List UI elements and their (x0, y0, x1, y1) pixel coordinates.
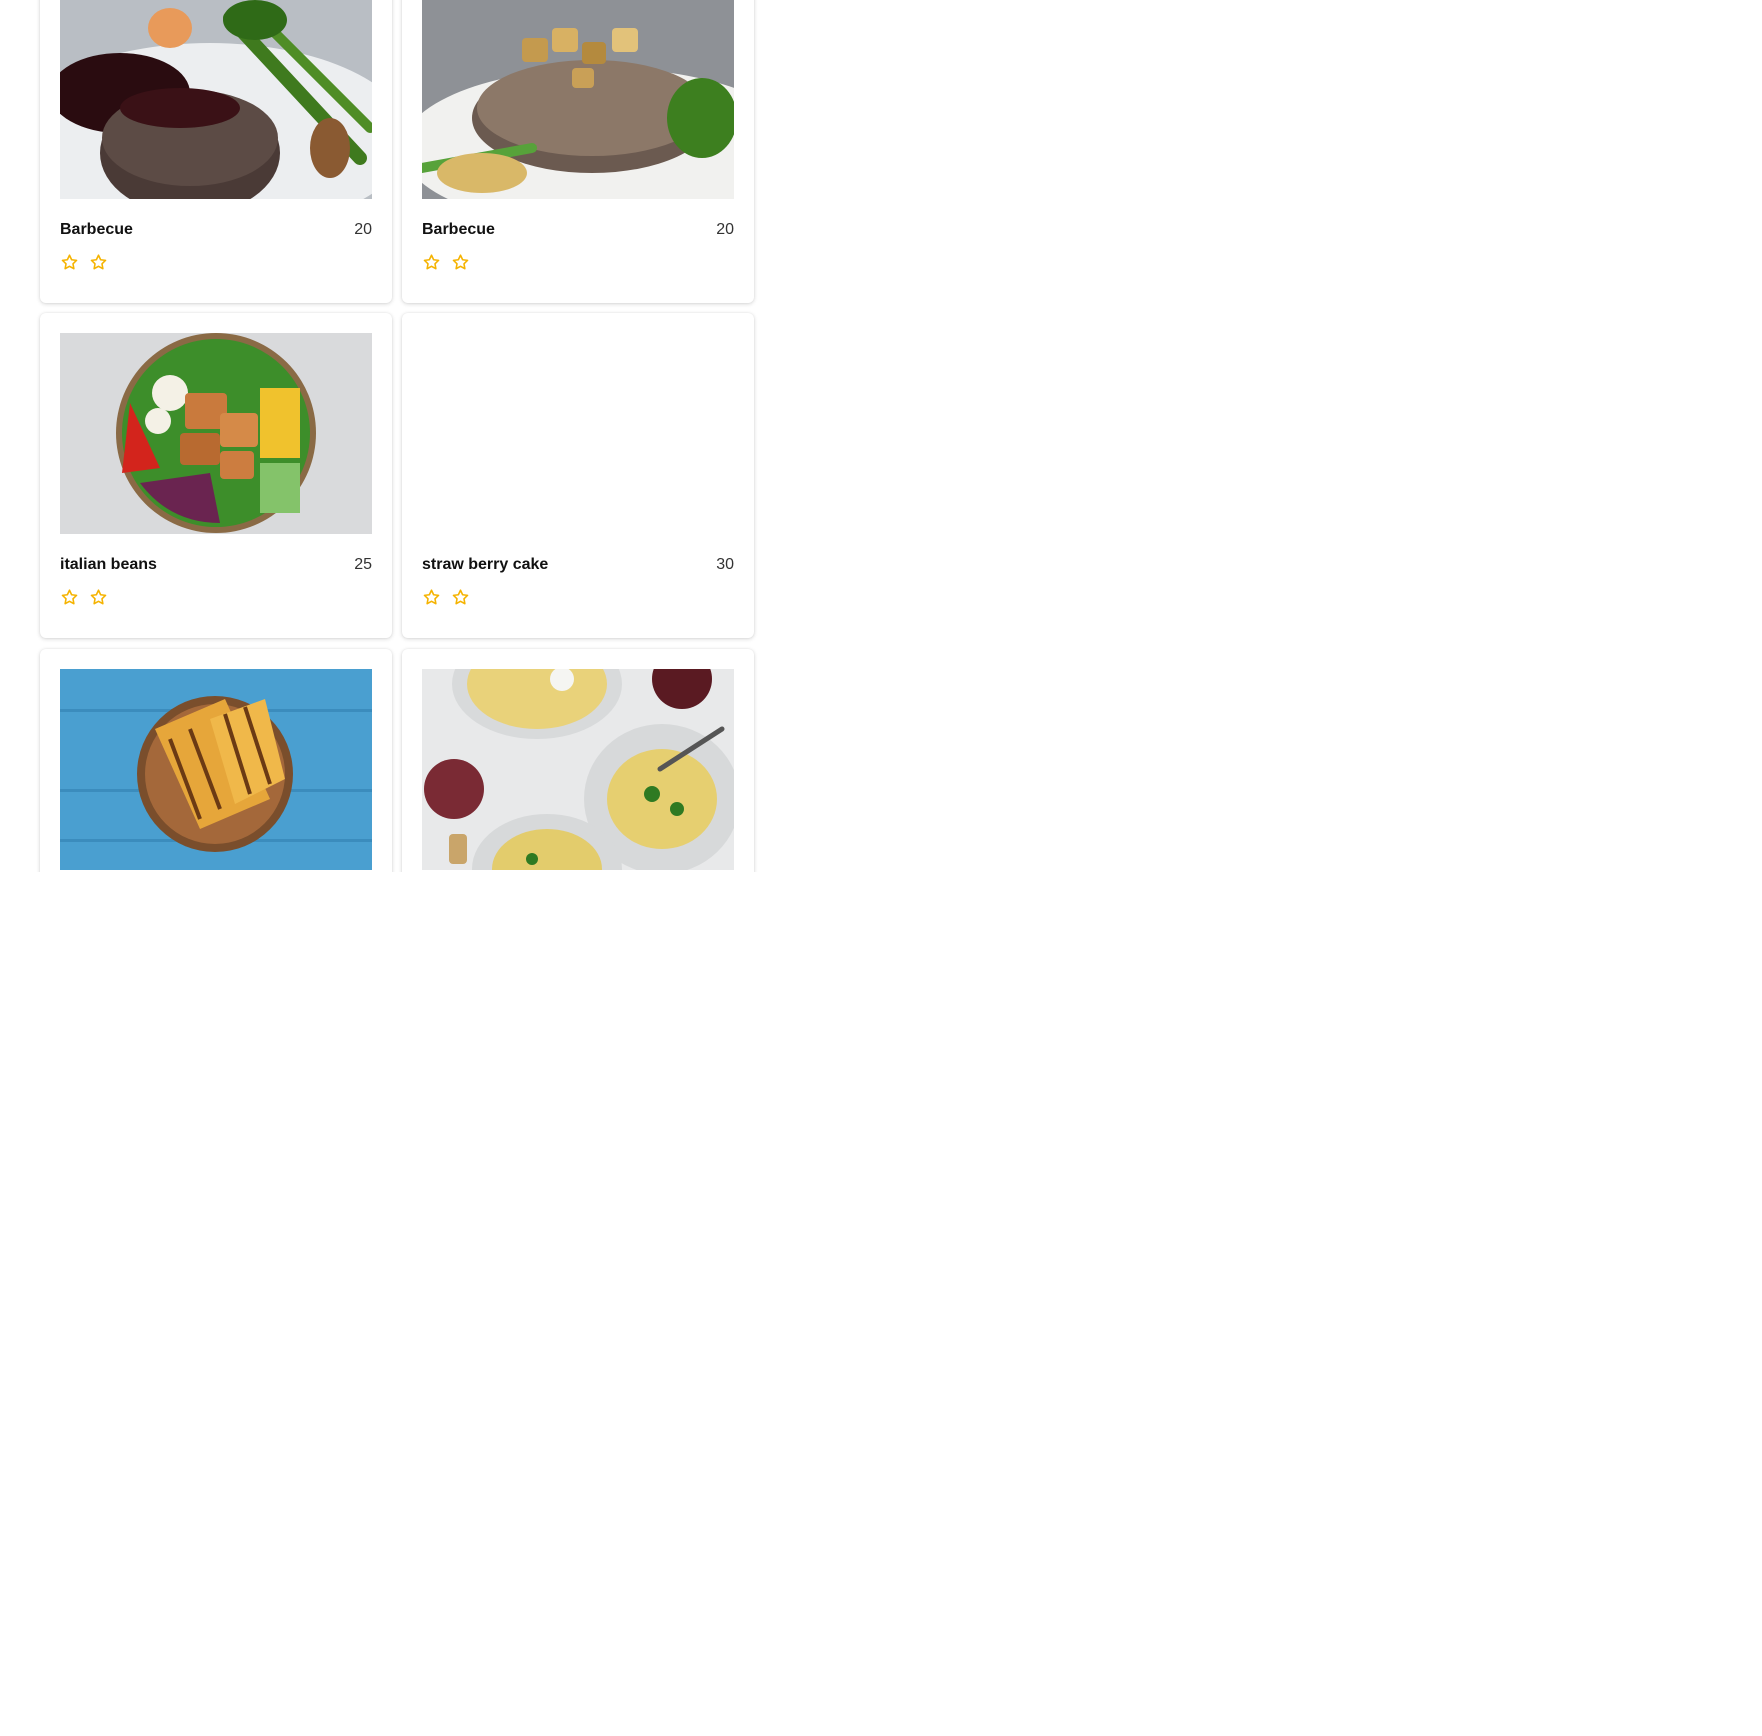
item-price: 20 (716, 221, 734, 238)
salad-bowl-icon (60, 333, 372, 534)
rating-stars[interactable] (422, 588, 470, 607)
menu-card[interactable]: straw berry cake 30 (402, 313, 754, 638)
pasta-icon (422, 669, 734, 870)
star-icon[interactable] (89, 253, 108, 272)
food-image (60, 0, 372, 199)
item-name: Barbecue (422, 221, 495, 238)
rating-stars[interactable] (422, 253, 470, 272)
food-image (422, 333, 734, 534)
star-icon[interactable] (422, 253, 441, 272)
sandwich-icon (60, 669, 372, 870)
item-price: 25 (354, 556, 372, 573)
star-icon[interactable] (451, 253, 470, 272)
food-image (60, 669, 372, 870)
rating-stars[interactable] (60, 253, 108, 272)
star-icon[interactable] (60, 588, 79, 607)
steak-icon (60, 0, 372, 199)
item-price: 30 (716, 556, 734, 573)
menu-card[interactable] (402, 649, 754, 872)
star-icon[interactable] (60, 253, 79, 272)
food-image (422, 669, 734, 870)
star-icon[interactable] (422, 588, 441, 607)
menu-card[interactable] (40, 649, 392, 872)
star-icon[interactable] (89, 588, 108, 607)
page: Barbecue 20 Barbecue 20 italian beans 25… (0, 0, 1762, 1736)
menu-card[interactable]: Barbecue 20 (402, 0, 754, 303)
item-name: straw berry cake (422, 556, 549, 573)
food-image (60, 333, 372, 534)
pork-chop-icon (422, 0, 734, 199)
food-image (422, 0, 734, 199)
menu-list[interactable]: Barbecue 20 Barbecue 20 italian beans 25… (0, 0, 780, 872)
menu-card[interactable]: italian beans 25 (40, 313, 392, 638)
item-price: 20 (354, 221, 372, 238)
menu-card[interactable]: Barbecue 20 (40, 0, 392, 303)
rating-stars[interactable] (60, 588, 108, 607)
star-icon[interactable] (451, 588, 470, 607)
item-name: Barbecue (60, 221, 133, 238)
item-name: italian beans (60, 556, 157, 573)
